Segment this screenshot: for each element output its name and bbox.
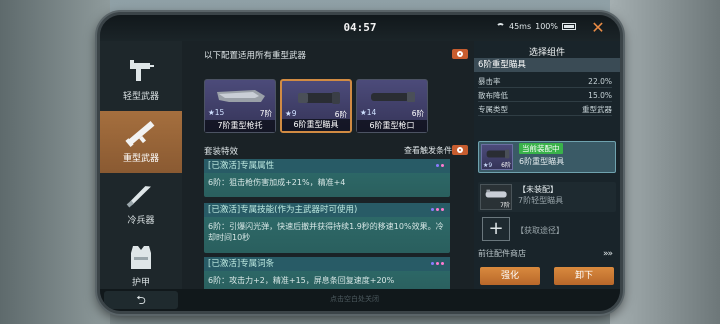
stat-row: 散布降低 15.0% [478, 91, 612, 102]
stock-icon [217, 90, 265, 102]
scope-icon [486, 149, 510, 159]
close-icon[interactable]: ✕ [588, 18, 608, 38]
attachment-status: 【未装配】 [518, 185, 558, 194]
back-icon[interactable]: ⮌ [104, 291, 178, 309]
effect-header: [已激活]专属属性 [204, 159, 450, 173]
attachment-thumbnail: 7阶 [480, 184, 512, 210]
main-panel: 以下配置适用所有重型武器 ★15 7阶 7阶重型枪托 ★9 6阶 6阶重型瞄具 [186, 41, 470, 295]
set-effects-title: 套装特效 [204, 147, 239, 157]
sidebar-item-melee[interactable]: 冷兵器 [100, 173, 182, 235]
sidebar-item-label: 冷兵器 [127, 216, 155, 226]
effect-header: [已激活]专属词条 [204, 257, 450, 271]
stat-row: 专属类型 重型武器 [478, 105, 612, 116]
sidebar-item-label: 护甲 [131, 278, 150, 288]
close-hint: 点击空白处关闭 [330, 295, 379, 303]
panel-title: 选择组件 [528, 48, 565, 58]
knife-icon [126, 186, 151, 208]
smg-icon [130, 60, 154, 81]
tier-dots [436, 164, 444, 167]
effect-card-affix: [已激活]专属词条 6阶：攻击力+2，精准+15，屏息条回复速度+20% [204, 257, 450, 293]
slot-level: ★15 [208, 108, 225, 117]
scope-icon [298, 92, 340, 104]
game-window: 04:57 45ms 100% ✕ 轻型武器 重型武器 冷兵器 护甲 以下配置适… [97, 12, 623, 314]
muzzle-icon [371, 92, 415, 102]
slot-level: ★14 [360, 108, 377, 117]
sidebar-item-armor[interactable]: 护甲 [100, 235, 182, 297]
effect-card-attributes: [已激活]专属属性 6阶：狙击枪伤害加成+21%，精准+4 [204, 159, 450, 197]
get-route-link[interactable]: 【获取途径】 [516, 225, 564, 236]
config-title: 以下配置适用所有重型武器 [204, 51, 307, 61]
slot-name: 6阶重型瞄具 [282, 119, 350, 131]
status-area: 45ms 100% [495, 22, 576, 31]
effect-body: 6阶：引爆闪光弹，快速后撤并获得持续1.9秒的移速10%效果。冷却时间10秒 [208, 222, 444, 242]
slot-tier: 7阶 [259, 109, 272, 118]
equipped-badge: 当前装配中 [519, 143, 563, 154]
unequip-button[interactable]: 卸下 [554, 267, 614, 285]
rocket-launcher-icon [125, 121, 155, 147]
weapon-category-sidebar: 轻型武器 重型武器 冷兵器 护甲 [100, 41, 182, 295]
clock: 04:57 [343, 21, 377, 34]
wifi-icon [495, 23, 505, 30]
select-component-panel: 选择组件 6阶重型瞄具 暴击率 22.0% 散布降低 15.0% 专属类型 重型武器 … [474, 41, 620, 295]
unequipped-attachment-card[interactable]: 7阶 【未装配】 7阶轻型瞄具 [478, 182, 616, 212]
effect-body: 6阶：狙击枪伤害加成+21%，精准+4 [208, 178, 346, 187]
bottom-bar: ⮌ 点击空白处关闭 [100, 289, 620, 311]
attachment-name: 6阶重型瞄具 [519, 157, 565, 166]
scope-icon [485, 189, 507, 198]
ping-text: 45ms [508, 22, 532, 31]
effect-body: 6阶：攻击力+2，精准+15，屏息条回复速度+20% [208, 276, 395, 285]
top-bar: 04:57 45ms 100% ✕ [100, 15, 620, 41]
sidebar-item-light-weapons[interactable]: 轻型武器 [100, 49, 182, 111]
tier-dots [431, 262, 444, 265]
upgrade-button[interactable]: 强化 [480, 267, 540, 285]
slot-scope[interactable]: ★9 6阶 6阶重型瞄具 [280, 79, 352, 133]
armor-vest-icon [131, 246, 151, 269]
battery-text: 100% [535, 22, 558, 31]
slot-tier: 6阶 [411, 109, 424, 118]
background-left [0, 0, 110, 324]
slot-stock[interactable]: ★15 7阶 7阶重型枪托 [204, 79, 276, 133]
battery-icon [562, 23, 576, 30]
sidebar-item-heavy-weapons[interactable]: 重型武器 [100, 111, 182, 173]
panel-item-name: 6阶重型瞄具 [474, 58, 620, 72]
eye-icon[interactable] [452, 145, 468, 155]
slot-name: 7阶重型枪托 [205, 120, 275, 132]
view-trigger-conditions-link[interactable]: 查看触发条件 [404, 145, 452, 156]
effect-card-skill: [已激活]专属技能(作为主武器时可使用) 6阶：引爆闪光弹，快速后撤并获得持续1… [204, 203, 450, 253]
go-to-shop-link[interactable]: 前往配件商店 »» [478, 247, 616, 261]
sidebar-item-label: 重型武器 [122, 154, 159, 164]
sidebar-item-label: 轻型武器 [122, 92, 159, 102]
slot-level: ★9 [285, 109, 297, 118]
background-right [610, 0, 720, 324]
eye-icon[interactable] [452, 49, 468, 59]
tier-dots [431, 208, 444, 211]
stat-row: 暴击率 22.0% [478, 77, 612, 88]
chevron-right-icon: »» [602, 249, 613, 259]
add-attachment-button[interactable]: + [482, 217, 510, 241]
slot-name: 6阶重型枪口 [357, 120, 427, 132]
attachment-thumbnail: ★9 6阶 [481, 144, 513, 170]
slot-muzzle[interactable]: ★14 6阶 6阶重型枪口 [356, 79, 428, 133]
equipped-attachment-card[interactable]: ★9 6阶 当前装配中 6阶重型瞄具 [478, 141, 616, 173]
effect-header: [已激活]专属技能(作为主武器时可使用) [204, 203, 450, 217]
shop-link-label: 前往配件商店 [478, 249, 526, 258]
attachment-name: 7阶轻型瞄具 [518, 196, 564, 205]
